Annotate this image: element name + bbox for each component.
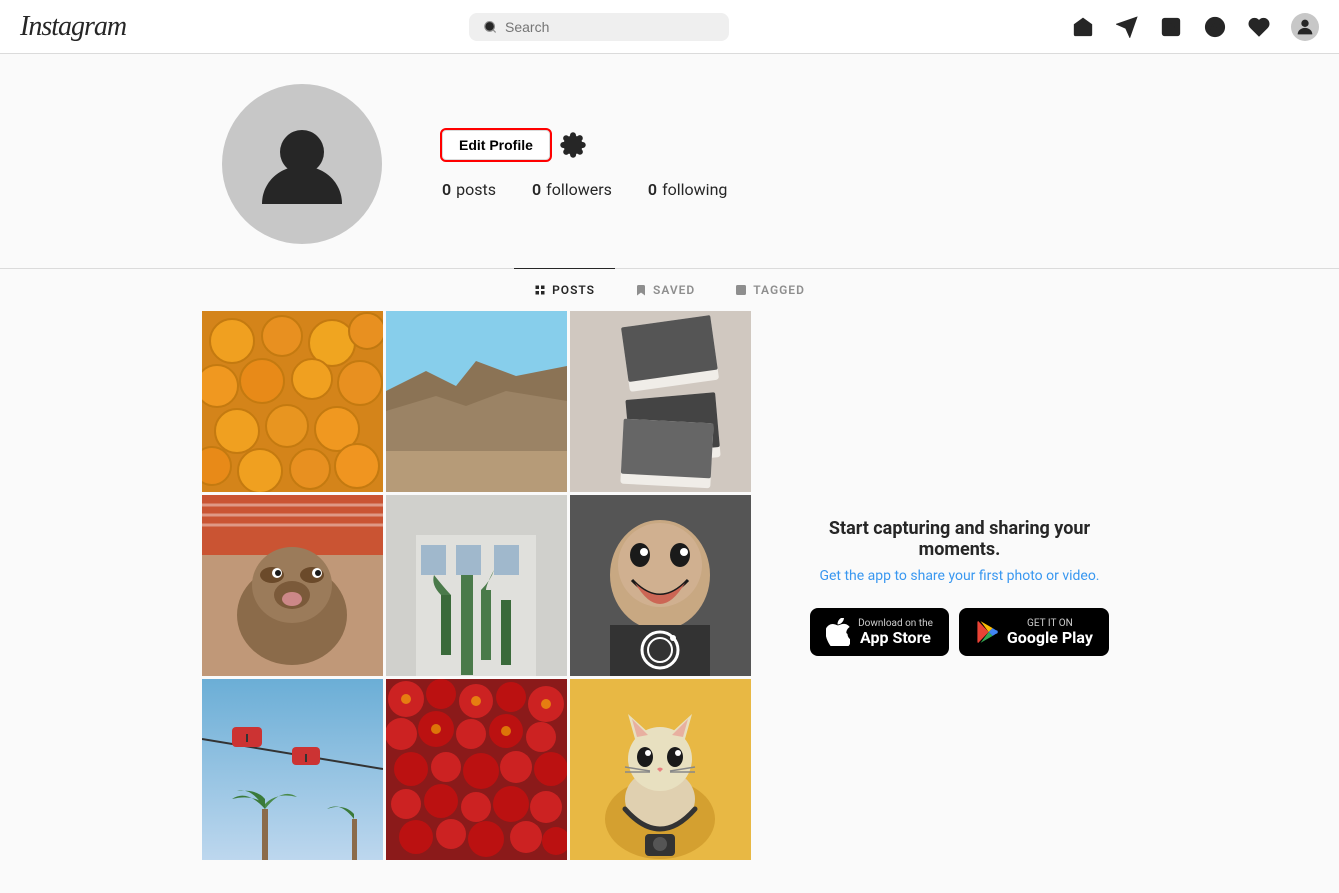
profile-info: Edit Profile 0 posts 0 followers: [442, 130, 1117, 199]
tab-tagged-label: TAGGED: [753, 283, 805, 297]
grid-cell-6[interactable]: [570, 495, 751, 676]
grid-cell-1[interactable]: [202, 311, 383, 492]
home-icon[interactable]: [1071, 15, 1095, 39]
explore-icon[interactable]: [1203, 15, 1227, 39]
app-section-subtitle: Get the app to share your first photo or…: [819, 568, 1099, 584]
photo-grid: [202, 311, 752, 863]
search-bar[interactable]: [469, 13, 729, 41]
followers-count: 0: [532, 180, 541, 199]
activity-icon[interactable]: [1247, 15, 1271, 39]
tab-tagged[interactable]: TAGGED: [715, 268, 825, 311]
bookmark-icon: [635, 284, 647, 296]
edit-profile-button[interactable]: Edit Profile: [442, 130, 550, 160]
following-stat[interactable]: 0 following: [648, 180, 727, 199]
grid-cell-9[interactable]: [570, 679, 751, 860]
grid-row-3: [202, 679, 752, 860]
apple-icon: [826, 618, 850, 646]
app-store-text: Download on the App Store: [858, 618, 933, 647]
app-section: Start capturing and sharing your moments…: [782, 311, 1137, 863]
grid-cell-8[interactable]: [386, 679, 567, 860]
posts-stat: 0 posts: [442, 180, 496, 199]
person-tag-icon: [735, 284, 747, 296]
header-icons: [1071, 13, 1319, 41]
user-avatar[interactable]: [1291, 13, 1319, 41]
google-play-button[interactable]: GET IT ON Google Play: [959, 608, 1109, 657]
grid-cell-2[interactable]: [386, 311, 567, 492]
grid-row-1: [202, 311, 752, 492]
grid-cell-5[interactable]: [386, 495, 567, 676]
following-count: 0: [648, 180, 657, 199]
google-play-sublabel: GET IT ON: [1007, 618, 1093, 629]
app-store-button[interactable]: Download on the App Store: [810, 608, 949, 657]
profile-tabs: POSTS SAVED TAGGED: [202, 269, 1137, 311]
logo: Instagram: [20, 11, 126, 43]
tab-saved[interactable]: SAVED: [615, 268, 715, 311]
followers-stat[interactable]: 0 followers: [532, 180, 612, 199]
grid-row-2: [202, 495, 752, 676]
google-play-name: Google Play: [1007, 629, 1093, 647]
new-post-icon[interactable]: [1159, 15, 1183, 39]
posts-count: 0: [442, 180, 451, 199]
header: Instagram: [0, 0, 1339, 54]
tab-posts[interactable]: POSTS: [514, 268, 615, 311]
search-input[interactable]: [505, 19, 715, 35]
grid-icon: [534, 284, 546, 296]
app-store-sublabel: Download on the: [858, 618, 933, 629]
google-play-icon: [975, 620, 999, 644]
search-icon: [483, 19, 497, 35]
profile-stats: 0 posts 0 followers 0 following: [442, 180, 1117, 199]
store-buttons: Download on the App Store GET IT ON Goog…: [810, 608, 1109, 657]
tab-posts-label: POSTS: [552, 283, 595, 297]
app-store-name: App Store: [858, 629, 933, 647]
posts-label: posts: [456, 180, 496, 199]
grid-cell-4[interactable]: [202, 495, 383, 676]
tab-saved-label: SAVED: [653, 283, 695, 297]
direct-icon[interactable]: [1115, 15, 1139, 39]
profile-section: Edit Profile 0 posts 0 followers: [202, 54, 1137, 268]
following-label: following: [662, 180, 727, 199]
profile-actions: Edit Profile: [442, 130, 1117, 160]
followers-label: followers: [546, 180, 612, 199]
google-play-text: GET IT ON Google Play: [1007, 618, 1093, 647]
profile-header: Edit Profile 0 posts 0 followers: [222, 84, 1117, 244]
grid-cell-3[interactable]: [570, 311, 751, 492]
content-area: Start capturing and sharing your moments…: [202, 311, 1137, 893]
settings-icon[interactable]: [560, 132, 586, 158]
grid-cell-7[interactable]: [202, 679, 383, 860]
profile-avatar: [222, 84, 382, 244]
app-section-title: Start capturing and sharing your moments…: [802, 518, 1117, 560]
